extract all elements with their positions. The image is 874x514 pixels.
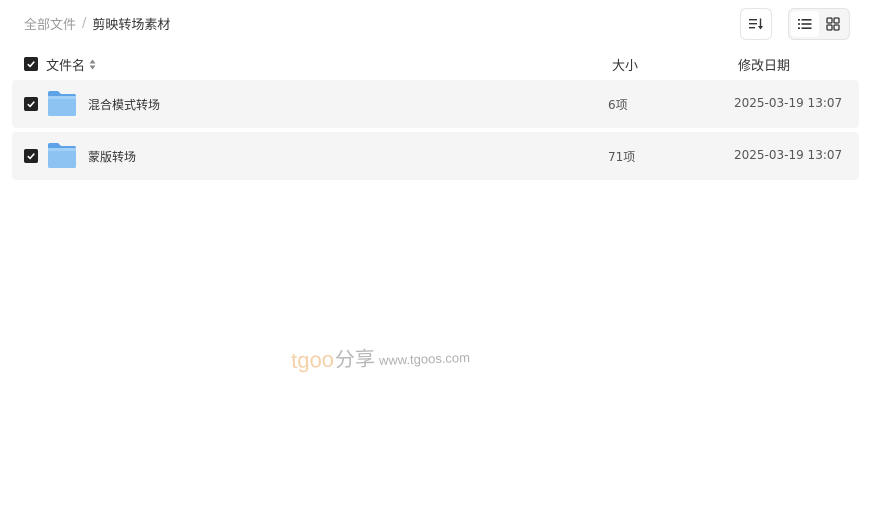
watermark-brand: tgoo [290,346,335,374]
column-header-size[interactable]: 大小 [612,55,638,74]
folder-icon [48,91,76,116]
sort-caret-icon [89,59,96,70]
column-header-date[interactable]: 修改日期 [738,55,790,74]
check-icon [27,101,35,108]
file-date: 2025-03-19 13:07 [734,148,843,162]
list-view-icon [798,19,812,29]
row-checkbox[interactable] [24,97,38,111]
breadcrumb-root-link[interactable]: 全部文件 [24,14,76,33]
column-header-name[interactable]: 文件名 [46,55,96,74]
breadcrumb-separator: / [82,16,87,31]
breadcrumb: 全部文件 / 剪映转场素材 [24,14,170,33]
sort-list-icon [749,18,763,30]
breadcrumb-current: 剪映转场素材 [92,18,171,33]
file-name[interactable]: 混合模式转场 [88,96,160,113]
file-name[interactable]: 蒙版转场 [88,148,136,165]
check-icon [27,61,35,68]
watermark-url: www.tgoos.com [378,349,471,369]
view-mode-toggle [788,8,850,40]
table-row[interactable]: 混合模式转场 6项 2025-03-19 13:07 [12,80,859,128]
sort-button[interactable] [740,8,772,40]
row-checkbox[interactable] [24,149,38,163]
file-size: 71项 [608,150,636,164]
folder-icon [48,143,76,168]
list-view-button[interactable] [791,11,819,37]
file-date: 2025-03-19 13:07 [734,96,843,110]
top-bar: 全部文件 / 剪映转场素材 [0,0,874,48]
watermark-cn: 分享 [334,346,376,372]
grid-view-icon [826,17,840,31]
column-header-name-label: 文件名 [46,59,86,74]
file-size: 6项 [608,98,628,112]
check-icon [27,153,35,160]
watermark: tgoo 分享 www.tgoos.com [291,339,471,374]
table-header: 文件名 大小 修改日期 [12,52,859,76]
grid-view-button[interactable] [819,11,847,37]
table-row[interactable]: 蒙版转场 71项 2025-03-19 13:07 [12,132,859,180]
select-all-checkbox[interactable] [24,57,38,71]
